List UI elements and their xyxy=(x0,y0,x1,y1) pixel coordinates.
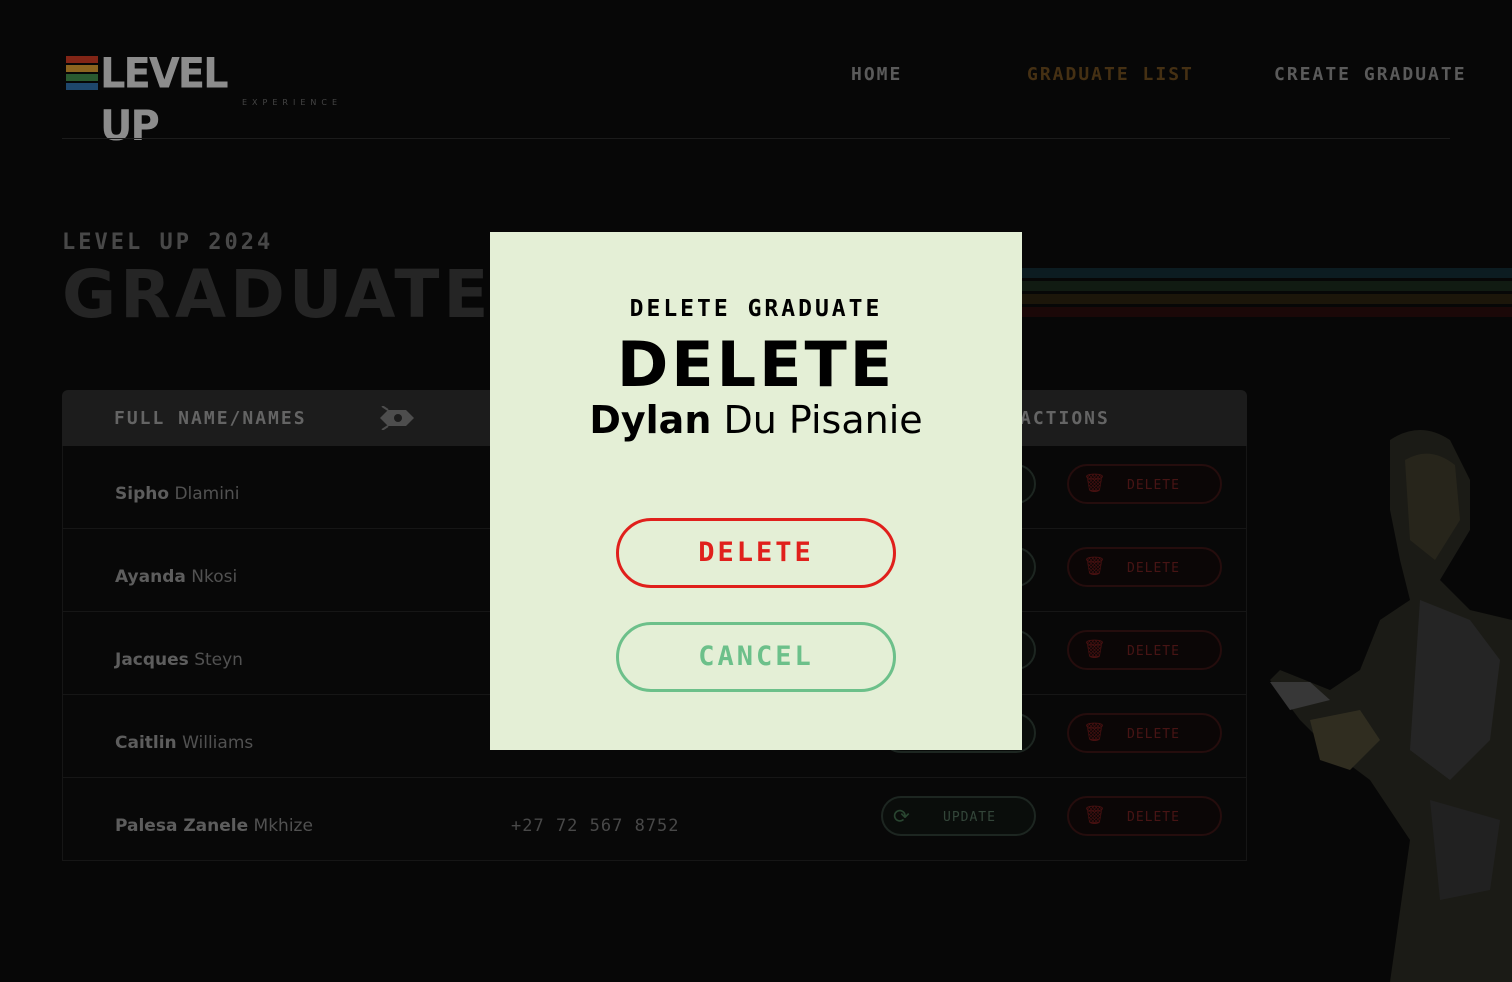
dialog-kicker: DELETE GRADUATE xyxy=(629,296,883,322)
dialog-graduate-name: Dylan Du Pisanie xyxy=(589,398,923,442)
delete-graduate-dialog: DELETE GRADUATE DELETE Dylan Du Pisanie … xyxy=(490,232,1022,750)
dialog-title: DELETE xyxy=(616,328,896,401)
cancel-button[interactable]: CANCEL xyxy=(616,622,896,692)
confirm-delete-button[interactable]: DELETE xyxy=(616,518,896,588)
